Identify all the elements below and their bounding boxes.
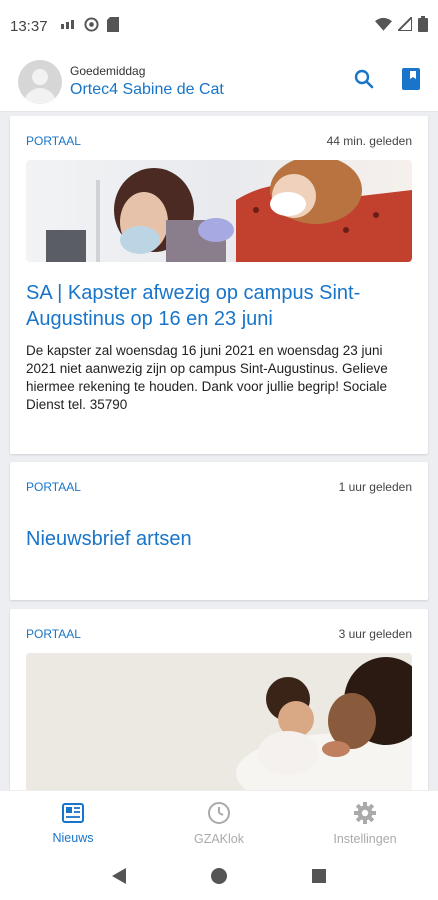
nav-label: Instellingen <box>333 832 397 846</box>
news-icon <box>62 802 84 827</box>
search-icon[interactable] <box>354 69 374 94</box>
bookmark-icon[interactable] <box>402 68 420 95</box>
card-category: PORTAAL <box>26 627 81 641</box>
nav-item-gzaklok[interactable]: GZAKlok <box>146 791 292 856</box>
wifi-icon <box>375 17 392 35</box>
status-right-icons <box>375 14 428 36</box>
clock-icon <box>207 801 231 828</box>
card-category: PORTAAL <box>26 480 81 494</box>
news-card[interactable]: PORTAAL 1 uur geleden Nieuwsbrief artsen <box>10 462 428 600</box>
home-icon[interactable] <box>210 867 228 890</box>
nav-label: GZAKlok <box>193 832 244 846</box>
signal-mini-icon <box>60 18 76 35</box>
header-text: Goedemiddag Ortec4 Sabine de Cat <box>70 64 224 99</box>
card-title[interactable]: Nieuwsbrief artsen <box>10 526 428 552</box>
bottom-nav: Nieuws GZAKlok Instellingen <box>0 790 438 856</box>
card-image <box>26 653 412 790</box>
nav-item-instellingen[interactable]: Instellingen <box>292 791 438 856</box>
card-timestamp: 1 uur geleden <box>338 480 412 494</box>
header-actions <box>354 68 420 95</box>
sd-card-icon <box>106 16 119 36</box>
card-meta: PORTAAL 44 min. geleden <box>10 116 428 148</box>
card-timestamp: 44 min. geleden <box>326 134 412 148</box>
card-timestamp: 3 uur geleden <box>338 627 412 641</box>
card-meta: PORTAAL 3 uur geleden <box>10 609 428 641</box>
avatar[interactable] <box>18 59 62 104</box>
status-time: 13:37 <box>10 17 48 35</box>
greeting: Goedemiddag <box>70 64 146 78</box>
status-left-icons <box>60 16 119 36</box>
back-icon[interactable] <box>111 867 127 890</box>
recents-icon[interactable] <box>311 868 327 889</box>
card-body: De kapster zal woensdag 16 juni 2021 en … <box>26 343 388 412</box>
whatsapp-icon <box>84 16 99 36</box>
card-image <box>26 160 412 262</box>
gear-icon <box>353 801 377 828</box>
card-title[interactable]: SA | Kapster afwezig op campus Sint-Augu… <box>10 280 428 332</box>
cell-signal-icon <box>395 14 413 35</box>
news-card[interactable]: PORTAAL 3 uur geleden <box>10 609 428 790</box>
card-meta: PORTAAL 1 uur geleden <box>10 462 428 494</box>
user-name: Ortec4 Sabine de Cat <box>70 81 224 98</box>
nav-label: Nieuws <box>52 831 94 845</box>
battery-icon <box>418 16 428 36</box>
news-feed[interactable]: PORTAAL 44 min. geleden SA | Kapster afw… <box>0 112 438 790</box>
app-header: Goedemiddag Ortec4 Sabine de Cat <box>0 52 438 112</box>
status-bar: 13:37 <box>0 0 438 52</box>
nav-item-nieuws[interactable]: Nieuws <box>0 791 146 856</box>
news-card[interactable]: PORTAAL 44 min. geleden SA | Kapster afw… <box>10 116 428 454</box>
card-category: PORTAAL <box>26 134 81 148</box>
system-nav <box>0 856 438 900</box>
